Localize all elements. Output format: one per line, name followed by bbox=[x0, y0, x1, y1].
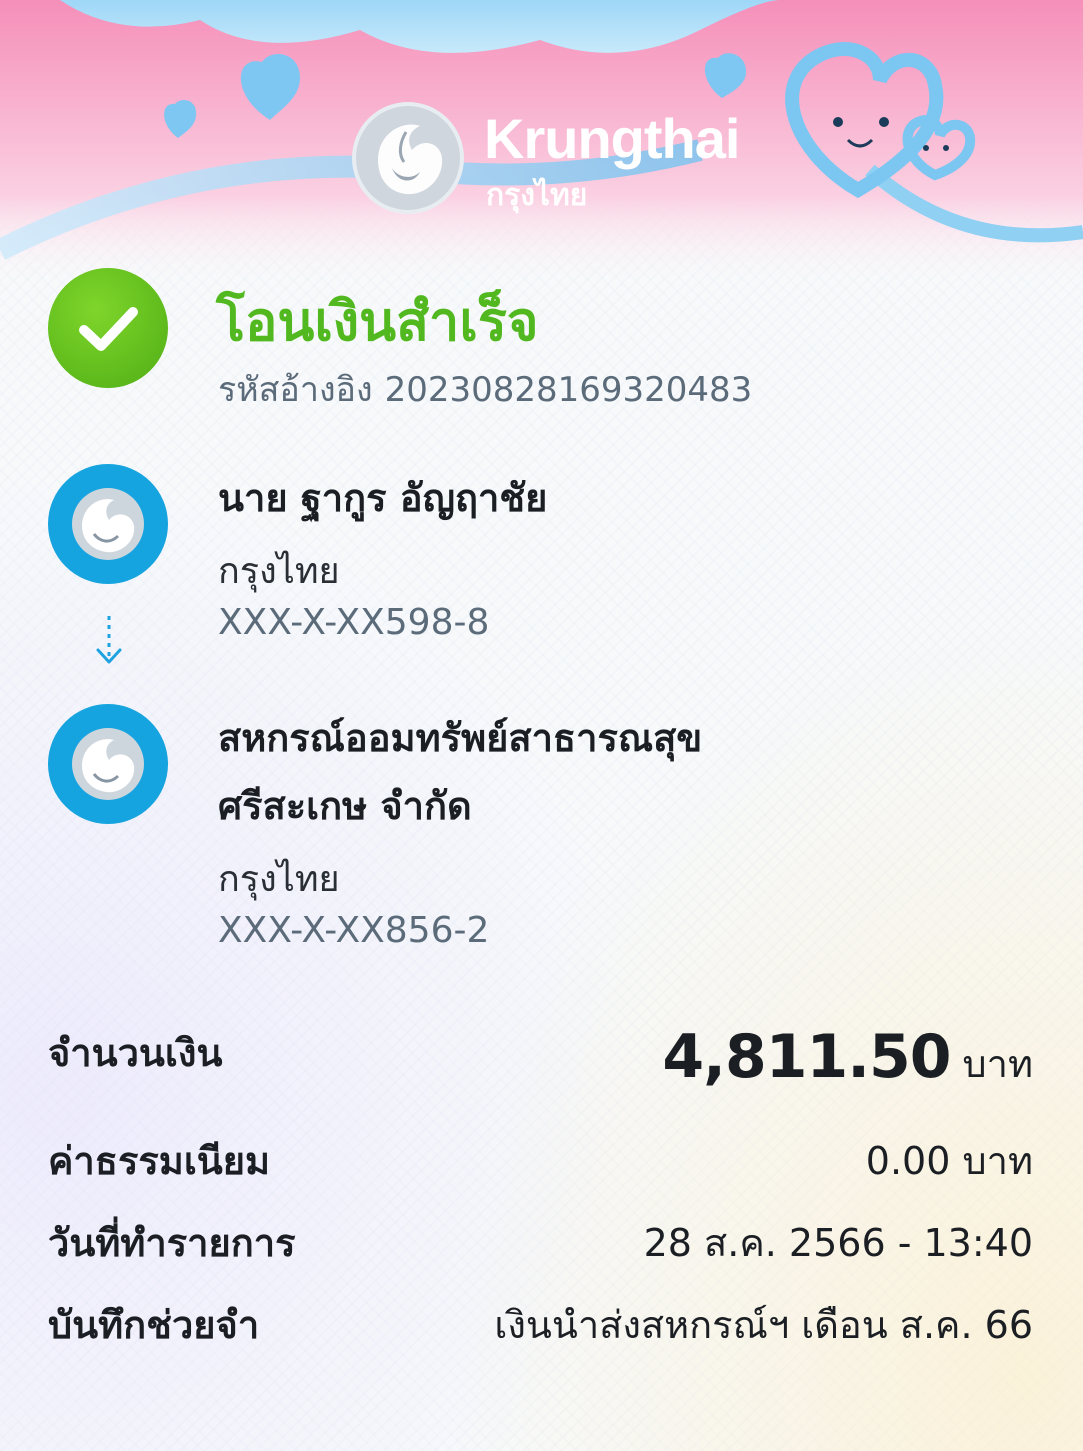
transfer-slip: Krungthai กรุงไทย โอนเงินสำเร็จ รหัสอ้าง… bbox=[0, 0, 1083, 1451]
amount-unit: บาท bbox=[962, 1042, 1033, 1086]
status-title: โอนเงินสำเร็จ bbox=[216, 290, 539, 353]
fee-value: 0.00 บาท bbox=[865, 1139, 1033, 1183]
sender-name: นาย ฐากูร อัญฤาชัย bbox=[218, 476, 548, 520]
amount-label: จำนวนเงิน bbox=[48, 1031, 223, 1075]
amount-value: 4,811.50 bbox=[662, 1022, 951, 1092]
header-banner: Krungthai กรุงไทย bbox=[0, 0, 1083, 280]
brand-name: Krungthai bbox=[484, 107, 740, 170]
reference-value: 20230828169320483 bbox=[384, 370, 753, 410]
sender-bank-icon bbox=[48, 464, 168, 584]
reference-line: รหัสอ้างอิง 20230828169320483 bbox=[218, 362, 764, 416]
date-value: 28 ส.ค. 2566 - 13:40 bbox=[643, 1221, 1033, 1265]
fee-label: ค่าธรรมเนียม bbox=[48, 1139, 271, 1183]
sender-account: XXX-X-XX598-8 bbox=[218, 602, 490, 643]
receiver-bank: กรุงไทย bbox=[218, 859, 340, 900]
arrow-down-icon bbox=[96, 616, 122, 664]
memo-label: บันทึกช่วยจำ bbox=[48, 1303, 260, 1347]
reference-label: รหัสอ้างอิง bbox=[218, 370, 373, 410]
success-check-icon bbox=[48, 268, 168, 388]
date-label: วันที่ทำรายการ bbox=[48, 1221, 296, 1265]
krungthai-logo-icon bbox=[352, 102, 464, 214]
brand: Krungthai กรุงไทย bbox=[348, 98, 748, 228]
brand-name-thai: กรุงไทย bbox=[486, 178, 588, 213]
sender-bank: กรุงไทย bbox=[218, 551, 340, 592]
memo-value: เงินนำส่งสหกรณ์ฯ เดือน ส.ค. 66 bbox=[494, 1303, 1033, 1347]
receiver-account: XXX-X-XX856-2 bbox=[218, 910, 490, 951]
amount-value-group: 4,811.50 บาท bbox=[662, 1022, 1033, 1094]
receiver-name-line2: ศรีสะเกษ จำกัด bbox=[218, 784, 472, 828]
receiver-name-line1: สหกรณ์ออมทรัพย์สาธารณสุข bbox=[218, 716, 703, 760]
receiver-bank-icon bbox=[48, 704, 168, 824]
